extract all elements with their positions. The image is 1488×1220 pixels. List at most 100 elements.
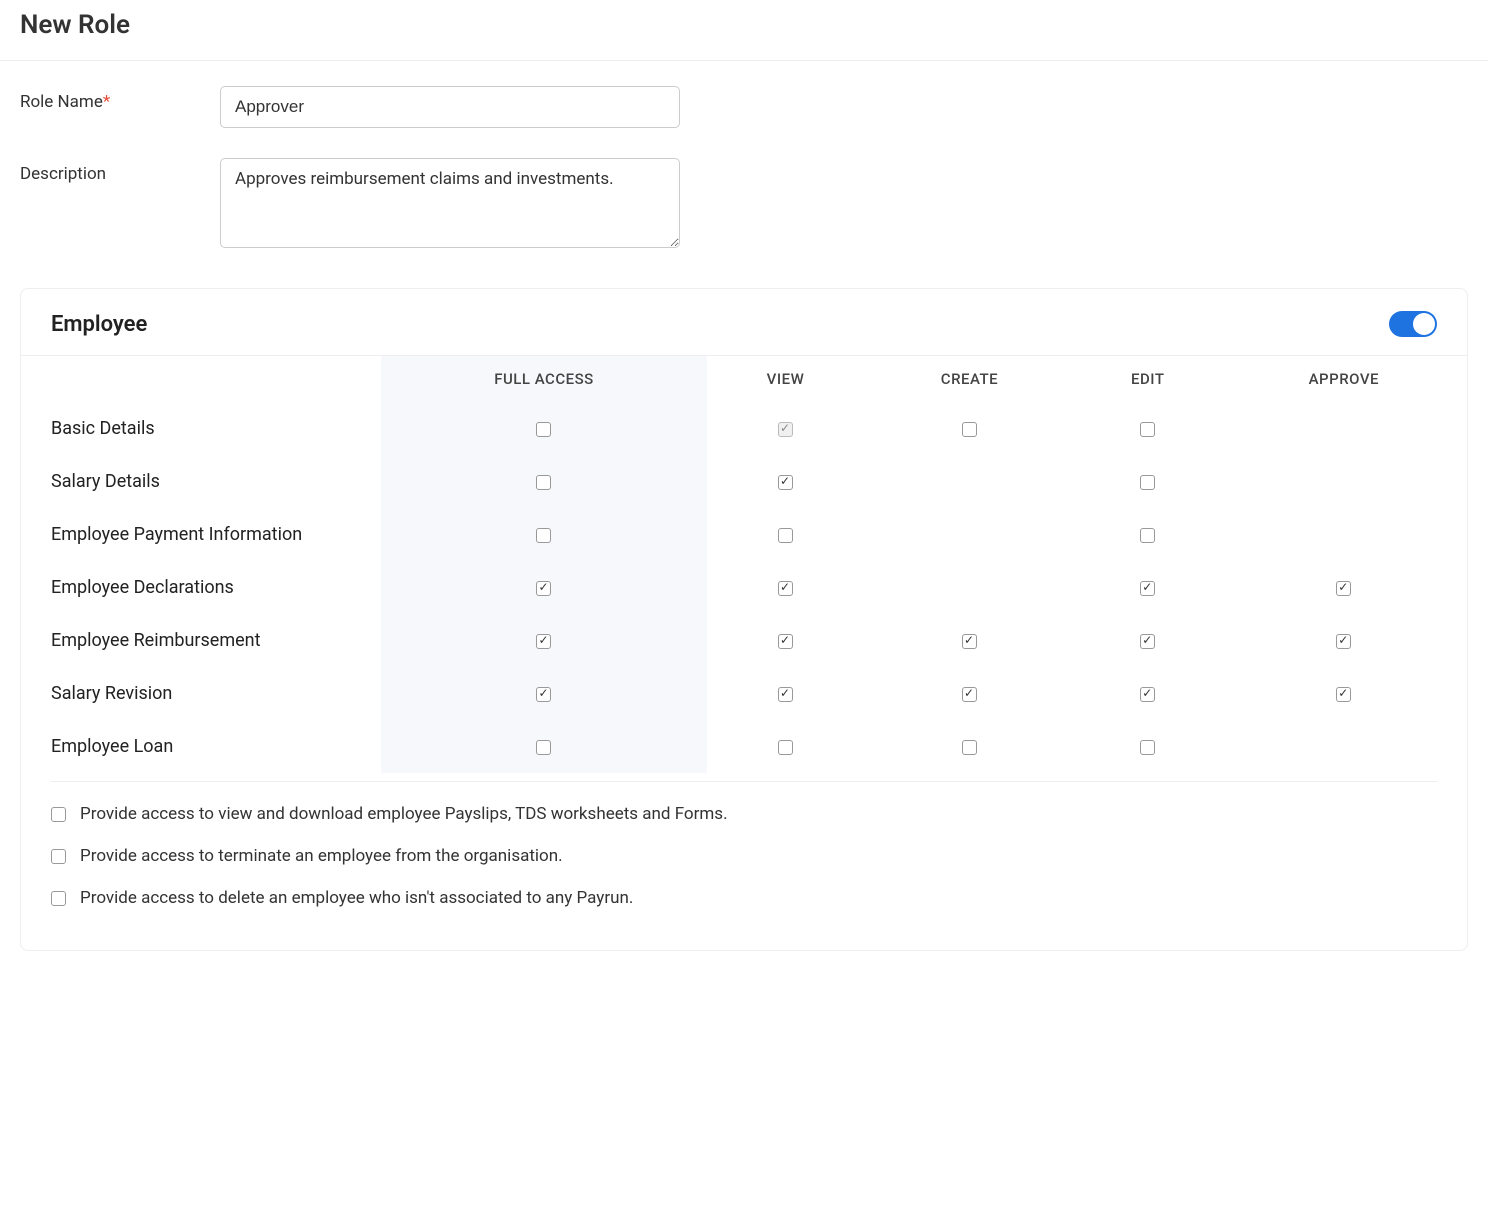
permission-cell-full — [381, 402, 707, 455]
checkbox-full[interactable] — [536, 740, 551, 755]
permission-cell-full — [381, 614, 707, 667]
checkbox-full[interactable] — [536, 581, 551, 596]
extra-permission-checkbox[interactable] — [51, 807, 66, 822]
toggle-knob — [1413, 313, 1435, 335]
permission-cell-edit — [1075, 508, 1221, 561]
description-label: Description — [20, 158, 220, 184]
checkbox-create[interactable] — [962, 687, 977, 702]
permission-cell-edit — [1075, 667, 1221, 720]
extra-permission-label: Provide access to view and download empl… — [80, 804, 728, 824]
checkbox-full[interactable] — [536, 528, 551, 543]
permission-cell-edit — [1075, 614, 1221, 667]
checkbox-view[interactable] — [778, 687, 793, 702]
permission-row: Employee Loan — [21, 720, 1467, 773]
extra-permission-row: Provide access to terminate an employee … — [51, 846, 1437, 866]
permission-cell-edit — [1075, 455, 1221, 508]
permission-cell-full — [381, 720, 707, 773]
checkbox-full[interactable] — [536, 687, 551, 702]
permission-cell-create — [864, 508, 1075, 561]
checkbox-full[interactable] — [536, 634, 551, 649]
checkbox-full[interactable] — [536, 422, 551, 437]
checkbox-edit[interactable] — [1140, 422, 1155, 437]
extra-permission-label: Provide access to delete an employee who… — [80, 888, 633, 908]
permission-cell-view — [707, 508, 864, 561]
role-name-input[interactable] — [220, 86, 680, 128]
col-header-create: CREATE — [864, 356, 1075, 402]
checkbox-view[interactable] — [778, 634, 793, 649]
permission-cell-view — [707, 720, 864, 773]
permission-cell-create — [864, 720, 1075, 773]
role-name-label-text: Role Name — [20, 92, 103, 112]
permissions-table: FULL ACCESS VIEW CREATE EDIT APPROVE Bas… — [21, 356, 1467, 773]
permission-cell-view — [707, 402, 864, 455]
permission-cell-create — [864, 667, 1075, 720]
permission-cell-full — [381, 455, 707, 508]
checkbox-view[interactable] — [778, 581, 793, 596]
permission-cell-approve — [1221, 508, 1467, 561]
blank-header — [21, 356, 381, 402]
checkbox-approve[interactable] — [1336, 581, 1351, 596]
permission-cell-approve — [1221, 614, 1467, 667]
role-form: Role Name* Description Approves reimburs… — [0, 61, 1488, 288]
col-header-view: VIEW — [707, 356, 864, 402]
checkbox-create[interactable] — [962, 740, 977, 755]
permission-row-label: Employee Reimbursement — [21, 614, 381, 667]
checkbox-create[interactable] — [962, 422, 977, 437]
permission-cell-approve — [1221, 561, 1467, 614]
permission-cell-full — [381, 561, 707, 614]
permission-cell-approve — [1221, 455, 1467, 508]
permission-cell-edit — [1075, 720, 1221, 773]
permission-cell-full — [381, 667, 707, 720]
panel-title: Employee — [51, 312, 147, 337]
checkbox-approve[interactable] — [1336, 687, 1351, 702]
permission-row: Employee Declarations — [21, 561, 1467, 614]
checkbox-edit[interactable] — [1140, 687, 1155, 702]
checkbox-view[interactable] — [778, 740, 793, 755]
permission-cell-create — [864, 455, 1075, 508]
page-header: New Role — [0, 0, 1488, 61]
extra-permission-checkbox[interactable] — [51, 891, 66, 906]
permission-cell-view — [707, 614, 864, 667]
permission-row: Employee Payment Information — [21, 508, 1467, 561]
permission-cell-create — [864, 402, 1075, 455]
col-header-edit: EDIT — [1075, 356, 1221, 402]
permission-row-label: Employee Declarations — [21, 561, 381, 614]
permission-row-label: Salary Details — [21, 455, 381, 508]
checkbox-edit[interactable] — [1140, 528, 1155, 543]
permission-cell-create — [864, 561, 1075, 614]
checkbox-edit[interactable] — [1140, 740, 1155, 755]
extra-permission-row: Provide access to delete an employee who… — [51, 888, 1437, 908]
permission-row-label: Salary Revision — [21, 667, 381, 720]
extra-permissions: Provide access to view and download empl… — [51, 781, 1437, 908]
checkbox-edit[interactable] — [1140, 581, 1155, 596]
permission-cell-approve — [1221, 667, 1467, 720]
permission-cell-view — [707, 561, 864, 614]
description-row: Description Approves reimbursement claim… — [20, 158, 1468, 248]
permission-row-label: Employee Loan — [21, 720, 381, 773]
permission-row: Employee Reimbursement — [21, 614, 1467, 667]
checkbox-view[interactable] — [778, 528, 793, 543]
checkbox-create[interactable] — [962, 634, 977, 649]
col-header-approve: APPROVE — [1221, 356, 1467, 402]
permission-row-label: Employee Payment Information — [21, 508, 381, 561]
checkbox-edit[interactable] — [1140, 475, 1155, 490]
page-title: New Role — [20, 10, 1468, 40]
employee-permissions-panel: Employee FULL ACCESS VIEW CREATE EDIT AP… — [20, 288, 1468, 951]
checkbox-edit[interactable] — [1140, 634, 1155, 649]
extra-permission-checkbox[interactable] — [51, 849, 66, 864]
permission-row: Salary Revision — [21, 667, 1467, 720]
permission-row: Basic Details — [21, 402, 1467, 455]
permission-row-label: Basic Details — [21, 402, 381, 455]
checkbox-view[interactable] — [778, 475, 793, 490]
checkbox-approve[interactable] — [1336, 634, 1351, 649]
checkbox-full[interactable] — [536, 475, 551, 490]
role-name-label: Role Name* — [20, 86, 220, 112]
permissions-header-row: FULL ACCESS VIEW CREATE EDIT APPROVE — [21, 356, 1467, 402]
checkbox-view — [778, 422, 793, 437]
permission-cell-approve — [1221, 402, 1467, 455]
employee-permissions-toggle[interactable] — [1389, 311, 1437, 337]
description-input[interactable]: Approves reimbursement claims and invest… — [220, 158, 680, 248]
panel-header: Employee — [21, 289, 1467, 356]
permission-cell-full — [381, 508, 707, 561]
required-indicator: * — [103, 92, 110, 112]
